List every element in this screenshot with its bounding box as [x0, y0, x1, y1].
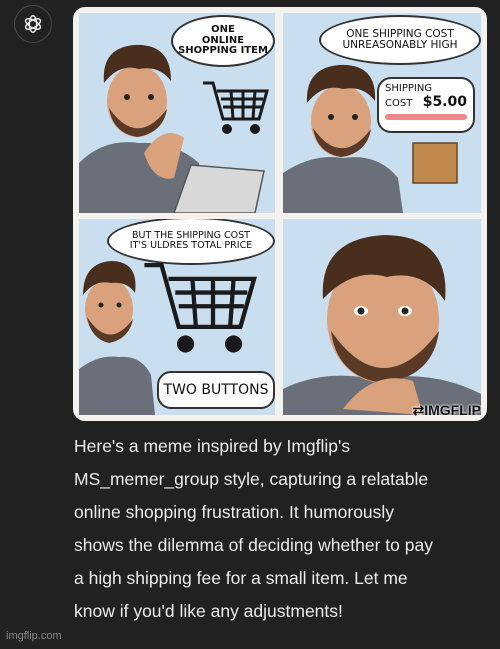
panel-4 [283, 219, 481, 415]
message-line: Here's a meme inspired by Imgflip's [74, 436, 351, 456]
source-watermark: imgflip.com [6, 630, 62, 642]
assistant-message: Here's a meme inspired by Imgflip's MS_m… [74, 430, 484, 628]
bubble-line: SHOPPING ITEM [178, 45, 268, 57]
panel-1: ONE ONLINE SHOPPING ITEM [79, 13, 275, 213]
panel-2: ONE SHIPPING COST UNREASONABLY HIGH SHIP… [283, 13, 481, 213]
red-underline [385, 114, 467, 120]
meme-image[interactable]: ONE ONLINE SHOPPING ITEM ONE SHIPPING CO… [73, 7, 487, 421]
assistant-avatar [14, 5, 52, 43]
message-line: a high shipping fee for a small item. Le… [74, 568, 408, 588]
shipping-price: $5.00 [422, 94, 467, 110]
man-closeup-illustration [283, 235, 481, 415]
thought-bubble-2: ONE SHIPPING COST UNREASONABLY HIGH [319, 15, 481, 65]
shipping-cost-sign: SHIPPING COST $5.00 [377, 77, 475, 133]
bubble-line: IT'S ULDRES TOTAL PRICE [129, 240, 253, 251]
shopping-cart-icon [203, 81, 269, 134]
message-line: MS_memer_group style, capturing a relata… [74, 469, 429, 489]
openai-logo-icon [24, 15, 42, 33]
panel-3: BUT THE SHIPPING COST IT'S ULDRES TOTAL … [79, 219, 275, 415]
imgflip-watermark: ⇄IMGFLIP [412, 402, 481, 418]
shopping-cart-icon [144, 263, 257, 353]
cost-label: COST [385, 98, 413, 109]
thought-bubble-1: ONE ONLINE SHOPPING ITEM [171, 15, 275, 67]
message-line: shows the dilemma of deciding whether to… [74, 535, 433, 555]
message-line: know if you'd like any adjustments! [74, 601, 343, 621]
message-line: online shopping frustration. It humorous… [74, 502, 395, 522]
two-buttons-sign: TWO BUTTONS [157, 371, 275, 409]
bubble-line: UNREASONABLY HIGH [342, 39, 458, 51]
shipping-label: SHIPPING [385, 83, 433, 94]
